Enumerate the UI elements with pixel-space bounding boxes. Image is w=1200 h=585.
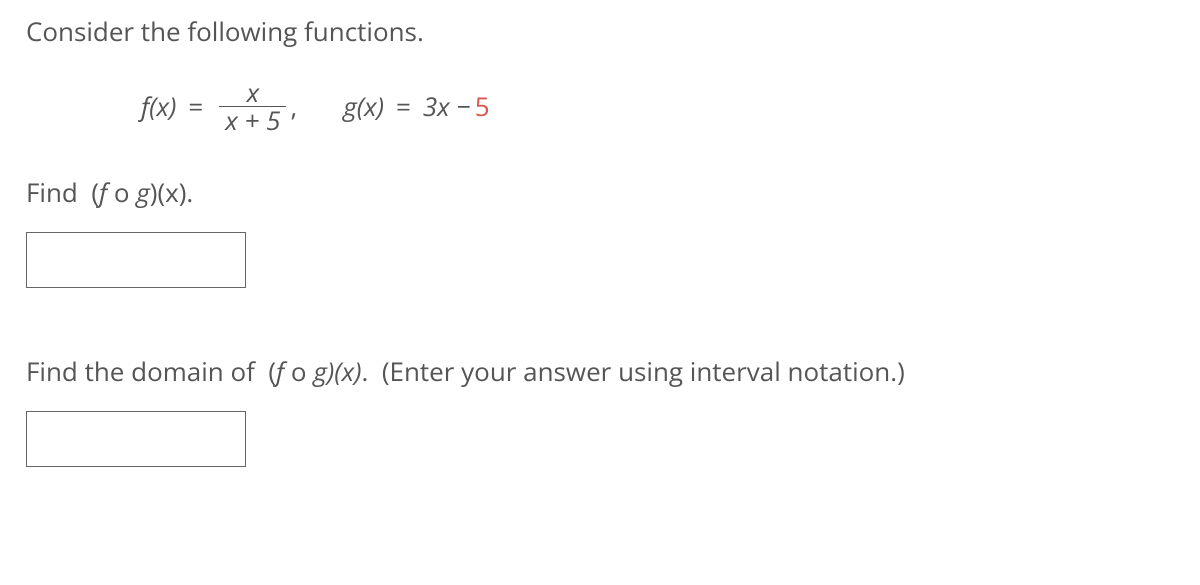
q2-mid: )(x) [327,353,362,389]
q1-f: f [99,174,107,210]
g-rhs-constant: 5 [475,89,490,124]
g-lhs: g(x) [343,89,384,124]
q2-compose: o [284,353,313,389]
q2-f: f [276,353,284,389]
f-fraction: x x + 5 [219,79,286,135]
comma: , [290,89,297,124]
question-2: Find the domain of (f o g)(x). (Enter yo… [26,354,1180,389]
q1-compose: o [107,174,136,210]
q1-prefix: Find ( [26,174,99,210]
answer-input-1[interactable] [26,232,246,288]
g-rhs-variable-part: 3x − [423,89,471,124]
f-denominator: x + 5 [219,107,286,134]
equation-f: f(x) = x x + 5 , [141,79,303,135]
f-lhs: f(x) [141,89,176,124]
question-1: Find (f o g)(x). [26,175,1180,210]
equation-g: g(x) = 3x − 5 [343,89,489,124]
q1-g: g [136,174,150,210]
answer-input-2[interactable] [26,411,246,467]
g-equals: = [396,89,411,124]
equations-row: f(x) = x x + 5 , g(x) = 3x − 5 [141,79,1180,135]
q2-suffix: . (Enter your answer using interval nota… [362,353,905,389]
q1-suffix: )(x). [150,174,193,210]
q2-g: g [313,353,327,389]
problem-intro: Consider the following functions. [26,14,1180,49]
f-equals: = [188,89,203,124]
q2-prefix: Find the domain of ( [26,353,276,389]
